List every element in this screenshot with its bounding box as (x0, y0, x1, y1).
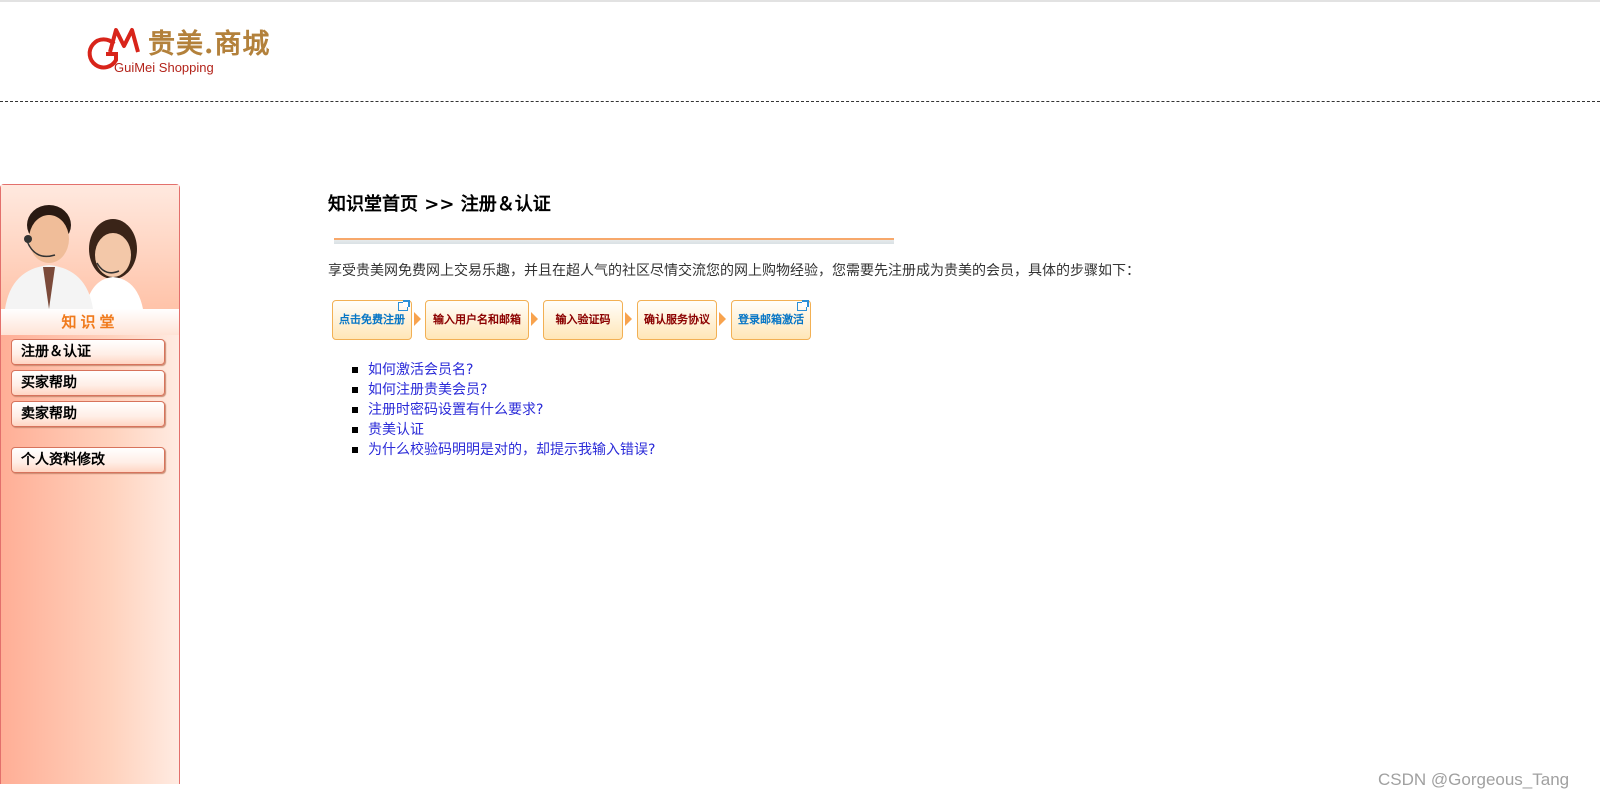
support-avatar-banner (1, 185, 179, 309)
sidebar-item-seller-help[interactable]: 卖家帮助 (11, 401, 165, 427)
step-label: 点击免费注册 (339, 313, 405, 326)
bullet-icon (352, 387, 358, 393)
chevron-right-icon (719, 312, 726, 326)
breadcrumb-separator: >> (424, 194, 455, 215)
step-enter-username-email: 输入用户名和邮箱 (425, 300, 529, 340)
bullet-icon (352, 447, 358, 453)
faq-link[interactable]: 如何激活会员名? (368, 362, 473, 378)
support-staff-illustration (5, 205, 143, 309)
step-label: 输入用户名和邮箱 (433, 313, 521, 326)
step-free-register-button[interactable]: 点击免费注册 (332, 300, 412, 340)
logo-text-en: GuiMei Shopping (114, 60, 214, 75)
step-login-email-activate-button[interactable]: 登录邮箱激活 (731, 300, 811, 340)
faq-link[interactable]: 为什么校验码明明是对的，却提示我输入错误? (368, 442, 655, 458)
title-divider (334, 238, 894, 244)
faq-item: 注册时密码设置有什么要求? (348, 400, 655, 420)
logo[interactable]: 贵美.商城 GuiMei Shopping (86, 22, 286, 82)
step-label: 登录邮箱激活 (738, 313, 804, 326)
faq-item: 如何激活会员名? (348, 360, 655, 380)
logo-text-cn: 贵美.商城 (148, 29, 271, 60)
faq-item: 如何注册贵美会员? (348, 380, 655, 400)
breadcrumb-home[interactable]: 知识堂首页 (328, 194, 418, 215)
breadcrumb-current: 注册＆认证 (460, 194, 551, 215)
step-confirm-agreement: 确认服务协议 (637, 300, 717, 340)
knowledge-hall-title: 知识堂 (1, 309, 179, 335)
bullet-icon (352, 427, 358, 433)
chevron-right-icon (531, 312, 538, 326)
sidebar: 知识堂 注册＆认证 买家帮助 卖家帮助 个人资料修改 (0, 184, 180, 784)
step-label: 输入验证码 (555, 313, 611, 326)
watermark: CSDN @Gorgeous_Tang (1378, 770, 1570, 789)
sidebar-item-profile-edit[interactable]: 个人资料修改 (11, 447, 165, 473)
sidebar-item-buyer-help[interactable]: 买家帮助 (11, 370, 165, 396)
step-label: 确认服务协议 (644, 313, 710, 326)
header: 贵美.商城 GuiMei Shopping (0, 2, 1600, 102)
faq-link[interactable]: 注册时密码设置有什么要求? (368, 402, 543, 418)
external-link-icon (398, 300, 410, 311)
faq-item: 贵美认证 (348, 420, 655, 440)
chevron-right-icon (625, 312, 632, 326)
bullet-icon (352, 407, 358, 413)
external-link-icon (797, 300, 809, 311)
breadcrumb: 知识堂首页 >> 注册＆认证 (328, 190, 551, 216)
faq-link[interactable]: 如何注册贵美会员? (368, 382, 487, 398)
faq-list: 如何激活会员名? 如何注册贵美会员? 注册时密码设置有什么要求? 贵美认证 为什… (348, 360, 655, 460)
sidebar-item-register-verify[interactable]: 注册＆认证 (11, 339, 165, 365)
step-enter-captcha: 输入验证码 (543, 300, 623, 340)
faq-link[interactable]: 贵美认证 (368, 422, 424, 438)
chevron-right-icon (414, 312, 421, 326)
intro-text: 享受贵美网免费网上交易乐趣，并且在超人气的社区尽情交流您的网上购物经验，您需要先… (328, 263, 1140, 279)
faq-item: 为什么校验码明明是对的，却提示我输入错误? (348, 440, 655, 460)
bullet-icon (352, 367, 358, 373)
